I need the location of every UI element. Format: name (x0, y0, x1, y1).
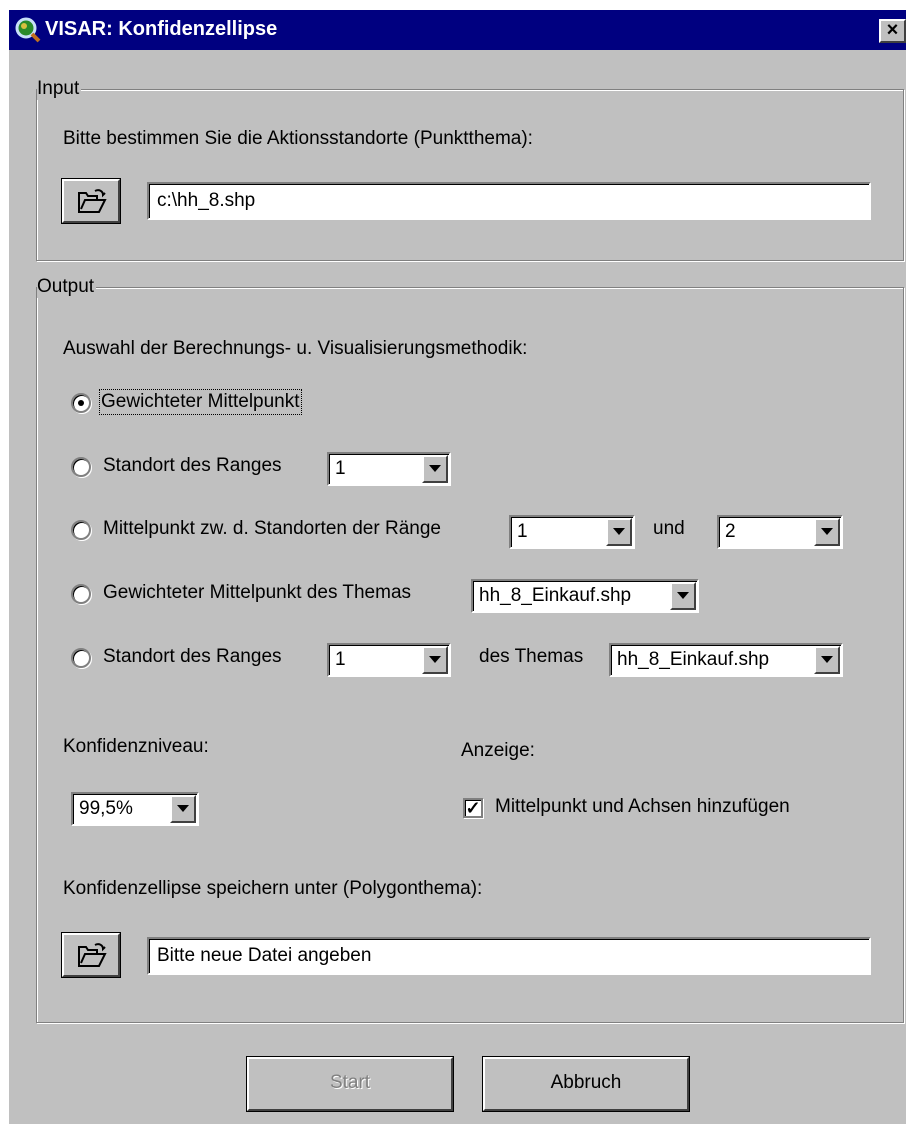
rank-select[interactable]: 1 (327, 452, 451, 486)
dialog-window: VISAR: Konfidenzellipse × Input Bitte be… (9, 10, 906, 1124)
confidence-label: Konfidenzniveau: (63, 736, 209, 757)
option-weighted-center-label[interactable]: Gewichteter Mittelpunkt (99, 389, 302, 415)
start-button[interactable]: Start (246, 1056, 454, 1112)
display-checkbox-label[interactable]: Mittelpunkt und Achsen hinzufügen (495, 796, 790, 818)
method-prompt: Auswahl der Berechnungs- u. Visualisieru… (63, 338, 528, 359)
save-file-field[interactable]: Bitte neue Datei angeben (147, 937, 871, 975)
theme-select-value: hh_8_Einkauf.shp (479, 585, 632, 606)
theme-select-2[interactable]: hh_8_Einkauf.shp (609, 643, 843, 677)
rank-from-select-value: 1 (517, 521, 528, 542)
input-file-field[interactable]: c:\hh_8.shp (147, 182, 871, 220)
radio-weighted-center[interactable] (71, 393, 91, 413)
cancel-button[interactable]: Abbruch (482, 1056, 690, 1112)
chevron-down-icon[interactable] (814, 518, 840, 546)
open-folder-icon (78, 943, 107, 967)
rank-select-value: 1 (335, 458, 346, 479)
globe-magnifier-icon (15, 17, 41, 43)
confidence-select-value: 99,5% (79, 798, 133, 819)
output-group-label: Output (37, 276, 97, 298)
radio-weighted-center-theme[interactable] (71, 584, 91, 604)
input-browse-button[interactable] (61, 178, 121, 224)
rank-from-select[interactable]: 1 (509, 515, 635, 549)
theme-select[interactable]: hh_8_Einkauf.shp (471, 579, 699, 613)
option-weighted-center-theme-label[interactable]: Gewichteter Mittelpunkt des Themas (103, 582, 411, 604)
input-group: Input Bitte bestimmen Sie die Aktionssta… (36, 78, 904, 261)
and-label: und (653, 518, 685, 539)
option-midpoint-ranks-label[interactable]: Mittelpunkt zw. d. Standorten der Ränge (103, 518, 441, 540)
radio-rank-location[interactable] (71, 457, 91, 477)
rank-theme-select[interactable]: 1 (327, 643, 451, 677)
chevron-down-icon[interactable] (606, 518, 632, 546)
radio-rank-location-theme[interactable] (71, 648, 91, 668)
option-rank-location-label[interactable]: Standort des Ranges (103, 455, 282, 477)
close-button[interactable]: × (879, 19, 906, 43)
save-prompt: Konfidenzellipse speichern unter (Polygo… (63, 878, 483, 899)
output-group: Output Auswahl der Berechnungs- u. Visua… (36, 276, 904, 1023)
chevron-down-icon[interactable] (814, 646, 840, 674)
window-title: VISAR: Konfidenzellipse (45, 18, 278, 40)
display-checkbox[interactable]: ✓ (463, 798, 483, 818)
chevron-down-icon[interactable] (170, 795, 196, 823)
theme-select-2-value: hh_8_Einkauf.shp (617, 649, 770, 670)
confidence-select[interactable]: 99,5% (71, 792, 199, 826)
rank-to-select-value: 2 (725, 521, 736, 542)
save-browse-button[interactable] (61, 932, 121, 978)
chevron-down-icon[interactable] (422, 646, 448, 674)
title-bar: VISAR: Konfidenzellipse × (9, 10, 906, 50)
option-rank-location-theme-label[interactable]: Standort des Ranges (103, 646, 282, 668)
radio-midpoint-ranks[interactable] (71, 520, 91, 540)
chevron-down-icon[interactable] (670, 582, 696, 610)
of-theme-label: des Themas (479, 646, 584, 667)
input-group-label: Input (37, 78, 82, 100)
rank-to-select[interactable]: 2 (717, 515, 843, 549)
chevron-down-icon[interactable] (422, 455, 448, 483)
display-label: Anzeige: (461, 740, 535, 761)
input-prompt: Bitte bestimmen Sie die Aktionsstandorte… (63, 128, 533, 149)
rank-theme-select-value: 1 (335, 649, 346, 670)
open-folder-icon (78, 189, 107, 213)
